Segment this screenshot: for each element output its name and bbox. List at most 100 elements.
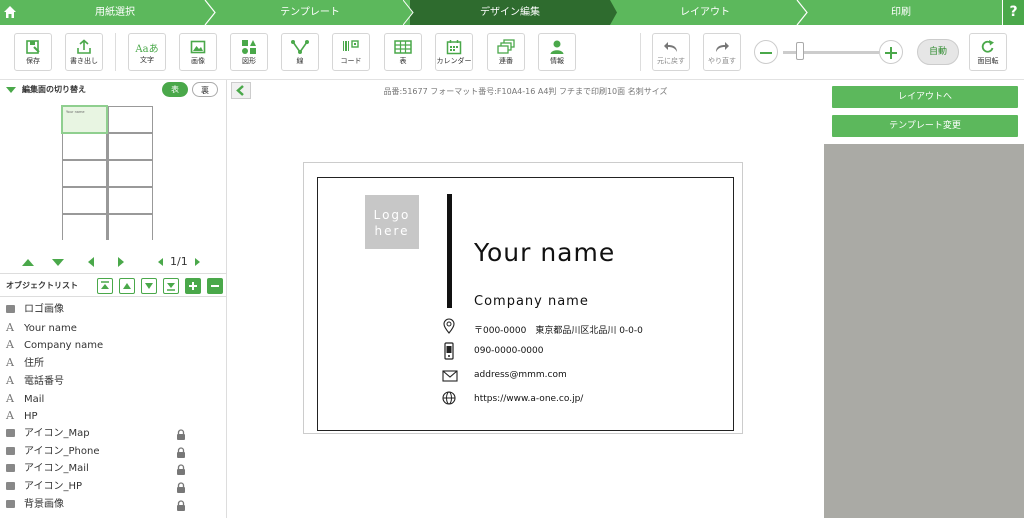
company-name-text[interactable]: Company name (474, 294, 589, 309)
thumbnail-card[interactable] (109, 161, 152, 186)
logo-placeholder[interactable]: Logo here (365, 195, 419, 249)
thumbnail-card-selected[interactable]: Your name (61, 105, 108, 134)
thumbnail-card[interactable] (63, 188, 106, 213)
object-list-item[interactable]: A 電話番号 (6, 372, 206, 389)
left-panel: 編集面の切り替え 表 裏 Your name 1/1 オブジェクトリスト ロゴ画… (0, 80, 227, 518)
object-list-item[interactable]: ロゴ画像 (6, 301, 206, 318)
help-button[interactable]: ? (1002, 0, 1024, 25)
undo-button[interactable]: 元に戻す (652, 33, 690, 71)
step-paper-select[interactable]: 用紙選択 (20, 0, 210, 25)
code-button[interactable]: コード (332, 33, 370, 71)
step-print[interactable]: 印刷 (800, 0, 1002, 25)
export-icon (77, 39, 91, 54)
lock-icon[interactable] (176, 446, 186, 458)
line-button[interactable]: 線 (281, 33, 319, 71)
rotate-face-button[interactable]: 面回転 (969, 33, 1007, 71)
page-prev-icon[interactable] (156, 257, 166, 267)
zoom-out-button[interactable] (754, 40, 778, 64)
text-object-icon: A (6, 391, 14, 405)
mail-icon[interactable] (442, 370, 458, 382)
move-down-button[interactable] (141, 278, 157, 294)
object-list-item[interactable]: アイコン_Map (6, 425, 206, 442)
save-button[interactable]: 保存 (14, 33, 52, 71)
globe-icon[interactable] (442, 391, 456, 405)
text-button[interactable]: Aaあ 文字 (128, 33, 166, 71)
decorative-bar[interactable] (447, 194, 452, 308)
thumbnail-card[interactable] (109, 188, 152, 213)
toolbar-divider (640, 33, 641, 71)
export-button[interactable]: 書き出し (65, 33, 103, 71)
step-template[interactable]: テンプレート (210, 0, 410, 25)
face-switch-header[interactable]: 編集面の切り替え (6, 84, 86, 95)
sheet-thumbnail[interactable]: Your name (61, 105, 153, 240)
lock-icon[interactable] (176, 500, 186, 511)
design-canvas[interactable]: 品番:51677 フォーマット番号:F10A4-16 A4判 フチまで印刷10面… (227, 80, 824, 518)
lock-icon[interactable] (176, 482, 186, 493)
page-next-icon[interactable] (192, 257, 202, 267)
object-list-item[interactable]: アイコン_HP (6, 478, 206, 495)
next-icon[interactable] (118, 257, 124, 267)
address-text[interactable]: 〒000-0000 東京都品川区北品川 0-0-0 (474, 323, 643, 336)
export-label: 書き出し (70, 57, 98, 65)
image-object-icon (6, 446, 15, 455)
zoom-auto-button[interactable]: 自動 (917, 39, 959, 65)
map-pin-icon[interactable] (442, 318, 456, 334)
scroll-up-icon[interactable] (22, 259, 34, 266)
image-button[interactable]: 画像 (179, 33, 217, 71)
lock-icon[interactable] (176, 464, 186, 476)
object-list-item[interactable]: 背景画像 (6, 496, 206, 513)
calendar-button[interactable]: カレンダー (435, 33, 473, 71)
object-list-item[interactable]: アイコン_Mail (6, 460, 206, 477)
scroll-down-icon[interactable] (52, 259, 64, 266)
phone-text[interactable]: 090-0000-0000 (474, 346, 543, 356)
prev-icon[interactable] (88, 257, 94, 267)
object-list-item[interactable]: A Your name (6, 319, 206, 336)
redo-button[interactable]: やり直す (703, 33, 741, 71)
email-text[interactable]: address@mmm.com (474, 370, 567, 380)
thumbnail-card[interactable] (109, 134, 152, 159)
object-name: Your name (24, 322, 77, 334)
object-list-item[interactable]: A Mail (6, 390, 206, 407)
step-design-edit[interactable]: デザイン編集 (410, 0, 610, 25)
thumbnail-card[interactable] (109, 215, 152, 240)
card-bleed-area: Logo here Your name Company name 〒000-00… (303, 162, 743, 434)
shape-button[interactable]: 図形 (230, 33, 268, 71)
move-to-top-button[interactable] (97, 278, 113, 294)
thumbnail-nav-arrows (22, 257, 124, 267)
save-label: 保存 (26, 57, 40, 65)
move-down-icon (145, 283, 153, 289)
zoom-slider-handle[interactable] (796, 42, 805, 60)
thumbnail-card[interactable] (63, 215, 106, 240)
business-card[interactable]: Logo here Your name Company name 〒000-00… (317, 177, 734, 431)
object-list-item[interactable]: アイコン_Phone (6, 443, 206, 460)
step-layout[interactable]: レイアウト (610, 0, 800, 25)
undo-label: 元に戻す (657, 57, 685, 65)
change-template-button[interactable]: テンプレート変更 (832, 115, 1018, 137)
lock-icon[interactable] (176, 429, 186, 440)
image-object-icon (6, 428, 15, 437)
object-list-item[interactable]: A 住所 (6, 354, 206, 371)
serial-number-button[interactable]: 連番 (487, 33, 525, 71)
text-label: 文字 (140, 56, 154, 64)
your-name-text[interactable]: Your name (474, 238, 615, 267)
thumbnail-card[interactable] (63, 161, 106, 186)
go-to-layout-button[interactable]: レイアウトへ (832, 86, 1018, 108)
object-list-header: オブジェクトリスト (0, 273, 227, 297)
thumbnail-card[interactable] (63, 134, 106, 159)
info-button[interactable]: 情報 (538, 33, 576, 71)
move-to-bottom-button[interactable] (163, 278, 179, 294)
remove-object-button[interactable] (207, 278, 223, 294)
back-face-toggle[interactable]: 裏 (192, 82, 218, 97)
front-face-toggle[interactable]: 表 (162, 82, 188, 97)
home-button[interactable] (0, 0, 20, 25)
url-text[interactable]: https://www.a-one.co.jp/ (474, 394, 583, 404)
add-object-button[interactable] (185, 278, 201, 294)
shape-label: 図形 (242, 57, 256, 65)
thumbnail-card[interactable] (109, 107, 152, 132)
move-up-button[interactable] (119, 278, 135, 294)
object-list-item[interactable]: A Company name (6, 336, 206, 353)
object-list-item[interactable]: A HP (6, 407, 206, 424)
phone-icon[interactable] (442, 342, 456, 360)
table-button[interactable]: 表 (384, 33, 422, 71)
zoom-in-button[interactable] (879, 40, 903, 64)
